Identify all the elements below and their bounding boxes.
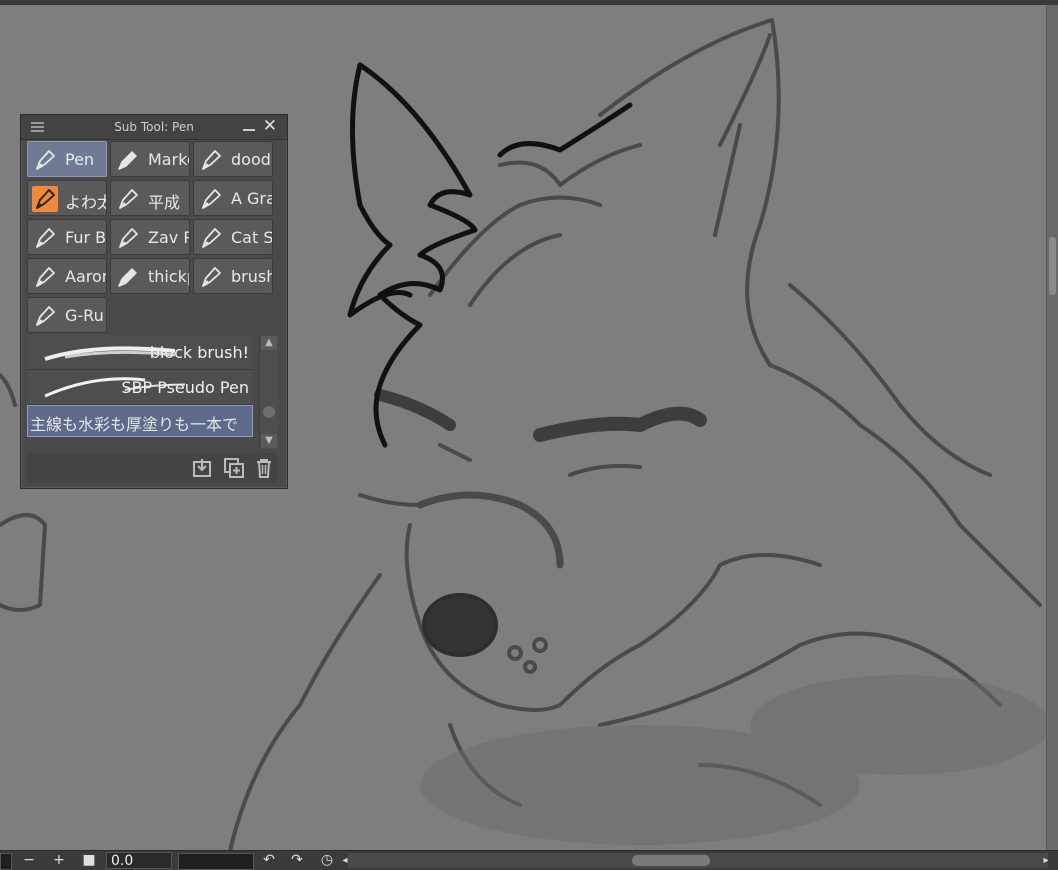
marker-icon <box>115 147 141 173</box>
import-icon[interactable] <box>191 457 213 479</box>
zoom-out-button[interactable]: − <box>20 851 38 870</box>
subtool-button[interactable]: Zav P <box>110 219 190 255</box>
brush-item-sbp-pseudo-pen[interactable]: SBP Pseudo Pen <box>27 370 253 405</box>
zoom-in-button[interactable]: + <box>50 851 68 870</box>
rotate-left-icon[interactable]: ↶ <box>258 851 280 870</box>
subtool-label: よわ太 <box>65 193 106 212</box>
scroll-down-icon[interactable]: ▼ <box>261 434 277 448</box>
close-icon[interactable]: ✕ <box>263 118 277 135</box>
horizontal-scrollbar[interactable] <box>348 853 1048 868</box>
reset-rotation-icon[interactable]: ◷ <box>316 851 338 870</box>
pen-nib-icon <box>32 186 58 212</box>
subtool-button[interactable]: 平成 <box>110 180 190 216</box>
subtool-label: G-Ru <box>65 306 104 325</box>
marker-icon <box>115 264 141 290</box>
brush-name: 主線も水彩も厚塗りも一本で <box>30 415 239 434</box>
subtool-label: brush <box>231 267 273 286</box>
scroll-up-icon[interactable]: ▲ <box>261 336 277 350</box>
palette-titlebar[interactable]: Sub Tool: Pen ✕ <box>21 115 287 140</box>
subtool-button[interactable]: Cat S <box>193 219 273 255</box>
brush-item-block-brush[interactable]: block brush! <box>27 335 253 370</box>
pen-nib-icon <box>198 186 224 212</box>
subtool-label: thickp <box>148 267 189 286</box>
minimize-icon[interactable] <box>243 129 255 131</box>
subtool-label: Marke <box>148 150 189 169</box>
vertical-scrollbar[interactable] <box>1046 5 1058 851</box>
vertical-scroll-thumb[interactable] <box>1049 237 1056 295</box>
pen-nib-icon <box>32 225 58 251</box>
palette-title: Sub Tool: Pen <box>114 120 194 134</box>
subtool-button[interactable]: Marke <box>110 141 190 177</box>
palette-footer <box>27 453 277 483</box>
pen-nib-icon <box>32 303 58 329</box>
palette-menu-icon[interactable] <box>31 122 44 132</box>
angle-value-field[interactable]: 0.0 <box>106 852 172 869</box>
pen-nib-icon <box>32 147 58 173</box>
canvas-statusbar: − + ■ 0.0 ↶ ↷ ◷ ◂ ▸ <box>0 850 1058 870</box>
subtool-label: dood <box>231 150 271 169</box>
scroll-left-icon[interactable]: ◂ <box>340 851 350 870</box>
pen-nib-icon <box>198 264 224 290</box>
rotation-slider[interactable] <box>178 853 254 870</box>
subtool-label: A Gra <box>231 189 273 208</box>
trash-icon[interactable] <box>253 457 275 479</box>
duplicate-icon[interactable] <box>223 457 245 479</box>
rotate-right-icon[interactable]: ↷ <box>286 851 308 870</box>
horizontal-scroll-thumb[interactable] <box>632 855 710 866</box>
subtool-label: Cat S <box>231 228 273 247</box>
pen-nib-icon <box>198 147 224 173</box>
brush-item-selected[interactable]: 主線も水彩も厚塗りも一本で <box>27 405 253 437</box>
subtool-label: Aaron <box>65 267 106 286</box>
subtool-label: Pen <box>65 150 95 169</box>
pen-nib-icon <box>115 225 141 251</box>
subtool-button[interactable]: dood <box>193 141 273 177</box>
stop-icon[interactable]: ■ <box>80 851 98 870</box>
subtool-label: Fur B <box>65 228 107 247</box>
pen-nib-icon <box>32 264 58 290</box>
brush-name: block brush! <box>149 343 249 362</box>
subtool-button[interactable]: thickp <box>110 258 190 294</box>
subtool-button[interactable]: Aaron <box>27 258 107 294</box>
subtool-label: 平成 <box>148 193 181 212</box>
brush-name: SBP Pseudo Pen <box>121 378 249 397</box>
scroll-right-icon[interactable]: ▸ <box>1040 851 1052 870</box>
subtool-label: Zav P <box>148 228 190 247</box>
pen-nib-icon <box>115 186 141 212</box>
brush-list-scrollbar[interactable]: ▲ ▼ <box>259 335 278 449</box>
scroll-thumb[interactable] <box>263 406 275 418</box>
navigator-thumb[interactable] <box>0 853 12 870</box>
subtool-palette: Sub Tool: Pen ✕ Pen Marke dood よわ太 平成 A Gra Fu… <box>20 114 288 489</box>
subtool-button[interactable]: Fur B <box>27 219 107 255</box>
pen-nib-icon <box>198 225 224 251</box>
brush-preset-list: block brush! SBP Pseudo Pen 主線も水彩も厚塗りも一本… <box>27 335 253 449</box>
subtool-button[interactable]: brush <box>193 258 273 294</box>
subtool-button[interactable]: G-Ru <box>27 297 107 333</box>
subtool-button[interactable]: A Gra <box>193 180 273 216</box>
subtool-button[interactable]: よわ太 <box>27 180 107 216</box>
subtool-button[interactable]: Pen <box>27 141 107 177</box>
